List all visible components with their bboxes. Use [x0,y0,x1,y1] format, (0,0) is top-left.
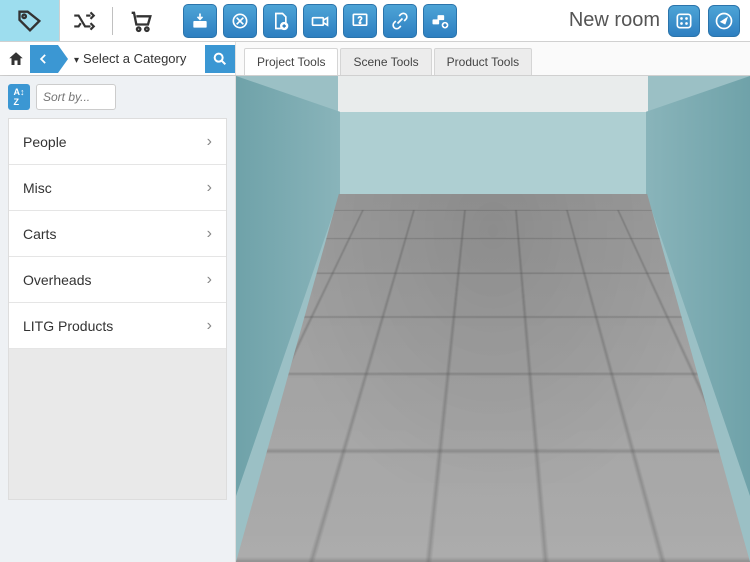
compass-icon[interactable] [708,5,740,37]
search-icon[interactable] [205,45,235,73]
chevron-right-icon: › [207,225,212,243]
chevron-right-icon: › [207,271,212,289]
chevron-right-icon: › [207,317,212,335]
link-icon[interactable] [383,4,417,38]
top-toolbar: New room [0,0,750,42]
top-left-group [0,0,165,41]
room-title: New room [569,9,660,32]
sidebar: A↕Z People › Misc › Carts › Overheads › LITG… [0,76,236,562]
tag-icon[interactable] [0,0,60,41]
category-label: People [23,134,67,150]
save-icon[interactable] [183,4,217,38]
blocks-add-icon[interactable] [423,4,457,38]
undo-icon[interactable] [223,4,257,38]
top-right-group: New room [569,5,750,37]
tab-product-tools[interactable]: Product Tools [434,48,533,75]
category-item-carts[interactable]: Carts › [9,211,226,257]
category-item-overheads[interactable]: Overheads › [9,257,226,303]
cart-icon[interactable] [117,0,165,41]
tab-scene-tools[interactable]: Scene Tools [340,48,431,75]
select-category-dropdown[interactable]: Select a Category [58,51,205,66]
room-ceiling [338,76,648,112]
chevron-right-icon: › [207,133,212,151]
sort-az-button[interactable]: A↕Z [8,84,30,110]
home-icon[interactable] [2,45,30,73]
camera-icon[interactable] [303,4,337,38]
room-back-wall [338,112,648,194]
category-label: LITG Products [23,318,113,334]
category-item-litg[interactable]: LITG Products › [9,303,226,349]
category-item-people[interactable]: People › [9,119,226,165]
main-tool-icons [183,4,457,38]
back-arrow-button[interactable] [30,45,58,73]
main-body: A↕Z People › Misc › Carts › Overheads › LITG… [0,76,750,562]
chevron-right-icon: › [207,179,212,197]
shuffle-icon[interactable] [60,0,108,41]
category-list-empty [9,349,226,499]
sort-input[interactable] [36,84,116,110]
tab-project-tools[interactable]: Project Tools [244,48,338,75]
category-item-misc[interactable]: Misc › [9,165,226,211]
secondary-bar: Select a Category Project Tools Scene To… [0,42,750,76]
help-icon[interactable] [343,4,377,38]
sort-row: A↕Z [8,84,227,110]
tool-tabs: Project Tools Scene Tools Product Tools [236,42,532,75]
separator [112,7,113,35]
add-page-icon[interactable] [263,4,297,38]
breadcrumb-strip: Select a Category [0,42,236,75]
category-label: Overheads [23,272,91,288]
room-3d-canvas[interactable] [236,76,750,562]
dice-icon[interactable] [668,5,700,37]
category-label: Misc [23,180,52,196]
category-list: People › Misc › Carts › Overheads › LITG Pro… [8,118,227,500]
category-label: Carts [23,226,56,242]
